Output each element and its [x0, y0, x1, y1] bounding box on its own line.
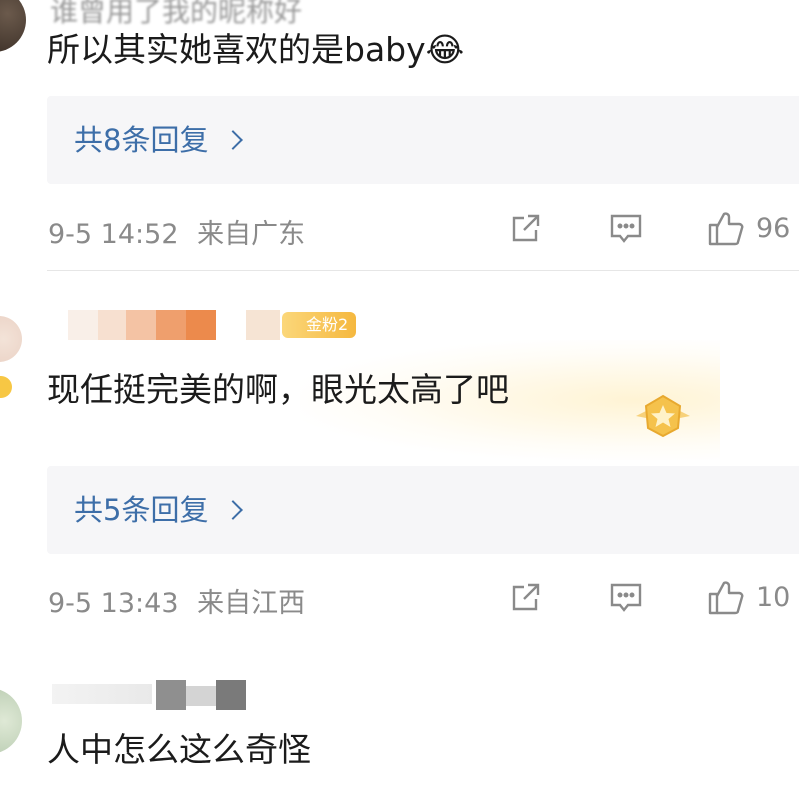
comment-meta: 9-5 14:52 来自广东 — [48, 212, 305, 251]
timestamp: 9-5 14:52 — [48, 219, 179, 250]
comment-meta: 9-5 13:43 来自江西 — [48, 581, 305, 620]
redacted-block — [52, 684, 152, 704]
redacted-block — [68, 310, 98, 340]
redacted-block — [246, 310, 280, 340]
redacted-block — [156, 680, 186, 710]
location: 来自广东 — [197, 219, 306, 250]
comment-text: 现任挺完美的啊，眼光太高了吧 — [47, 370, 509, 409]
verified-badge-icon — [0, 376, 12, 398]
comment-feed: 谁曾用了我的昵称好 所以其实她喜欢的是baby😂 共8条回复 9-5 14:52… — [0, 0, 799, 791]
view-replies-label: 共8条回复 — [74, 123, 209, 157]
fan-level-badge[interactable]: 金粉2 — [282, 312, 357, 338]
comment-text: 所以其实她喜欢的是baby😂 — [47, 30, 465, 69]
like-count: 10 — [756, 581, 791, 613]
comment-icon — [610, 583, 642, 612]
view-replies-link[interactable]: 共8条回复 — [74, 96, 244, 184]
redacted-block — [98, 310, 126, 340]
comment-text: 人中怎么这么奇怪 — [47, 730, 311, 769]
thumbs-up-icon — [708, 212, 744, 246]
avatar[interactable] — [0, 0, 26, 52]
reply-box: 共8条回复 — [47, 96, 799, 184]
comment-button[interactable] — [608, 579, 644, 615]
timestamp: 9-5 13:43 — [48, 588, 179, 619]
share-button[interactable] — [508, 579, 544, 615]
view-replies-link[interactable]: 共5条回复 — [74, 466, 244, 554]
star-badge-icon — [636, 394, 690, 438]
redacted-block — [186, 686, 216, 706]
share-icon — [512, 583, 540, 611]
location: 来自江西 — [197, 588, 306, 619]
chevron-right-icon — [223, 500, 244, 520]
username[interactable]: 谁曾用了我的昵称好 — [50, 0, 302, 30]
redacted-block — [156, 310, 186, 340]
avatar[interactable] — [0, 316, 22, 362]
comment-button[interactable] — [608, 210, 644, 246]
reply-box: 共5条回复 — [47, 466, 799, 554]
like-button[interactable]: 10 — [706, 577, 790, 617]
avatar[interactable] — [0, 688, 22, 754]
chevron-right-icon — [223, 130, 244, 150]
redacted-block — [216, 680, 246, 710]
like-button[interactable]: 96 — [706, 208, 790, 248]
share-button[interactable] — [508, 210, 544, 246]
redacted-block — [186, 310, 216, 340]
badge-label: 金粉2 — [306, 315, 349, 334]
redacted-block — [126, 310, 156, 340]
divider — [47, 270, 799, 271]
share-icon — [512, 214, 540, 242]
thumbs-up-icon — [708, 581, 744, 615]
like-count: 96 — [756, 212, 791, 244]
comment-icon — [610, 214, 642, 243]
view-replies-label: 共5条回复 — [74, 493, 209, 527]
